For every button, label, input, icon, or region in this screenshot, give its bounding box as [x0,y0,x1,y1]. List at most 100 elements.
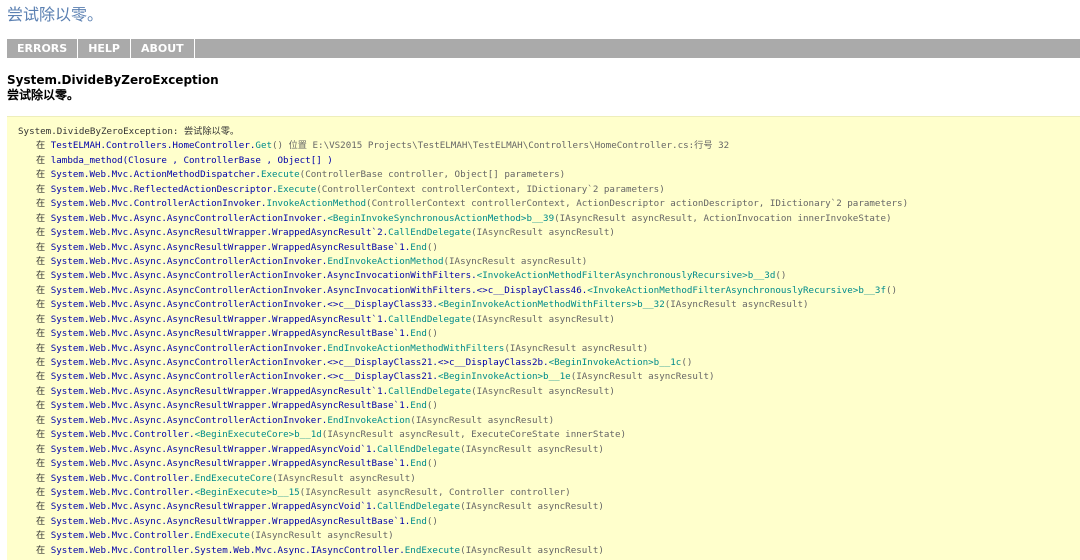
stack-frame-method: <BeginInvokeActionMethodWithFilters>b__3… [437,299,665,311]
stack-frame-at: 在 [36,472,51,484]
stack-frame-params: (IAsyncResult asyncResult, ExecuteCoreSt… [321,429,627,441]
stack-frame-params: (IAsyncResult asyncResult) [460,443,604,455]
stack-frame-type: System.Web.Mvc.ReflectedActionDescriptor… [50,183,278,195]
stack-frame-method: <InvokeActionMethodFilterAsynchronouslyR… [476,270,776,282]
stack-frame-at: 在 [36,313,51,325]
stack-frame-method: <BeginExecute>b__15 [194,486,300,498]
stack-frame-at: 在 [36,284,51,296]
stack-frame-type: System.Web.Mvc.Async.AsyncResultWrapper.… [50,443,378,455]
stack-frame-type: System.Web.Mvc.Async.AsyncResultWrapper.… [50,241,411,253]
stack-frame-method: End [410,515,427,527]
stack-frame-at: 在 [36,342,51,354]
stack-frame-params: (IAsyncResult asyncResult, Controller co… [299,486,571,498]
stack-frame: 在 System.Web.Mvc.ActionMethodDispatcher.… [18,168,1080,182]
stack-frame-at: 在 [36,328,51,340]
stack-frame-at: 在 [36,414,51,426]
stack-frame-params: (IAsyncResult asyncResult) [471,385,615,397]
nav-link-errors[interactable]: ERRORS [7,39,79,58]
stack-frame: 在 System.Web.Mvc.Async.AsyncResultWrappe… [18,241,1080,255]
stack-frame: 在 System.Web.Mvc.Controller.<BeginExecut… [18,428,1080,442]
stack-frame: 在 System.Web.Mvc.Async.AsyncControllerAc… [18,212,1080,226]
stack-frame-at: 在 [36,227,51,239]
stack-frame: 在 System.Web.Mvc.Async.AsyncControllerAc… [18,370,1080,384]
stack-frame-type: System.Web.Mvc.ActionMethodDispatcher. [50,169,261,181]
stack-frame: 在 System.Web.Mvc.Async.AsyncResultWrappe… [18,385,1080,399]
stack-frame-params: (IAsyncResult asyncResult) [410,414,555,426]
stack-frame-type: TestELMAH.Controllers.HomeController. [50,140,256,152]
stack-trace-panel[interactable]: System.DivideByZeroException: 尝试除以零。在 Te… [7,116,1080,560]
stack-frame-type: System.Web.Mvc.Async.AsyncResultWrapper.… [50,515,411,527]
stack-frame-method: End [410,458,427,470]
stack-frame-type: System.Web.Mvc.Async.AsyncResultWrapper.… [50,313,389,325]
stack-frame-at: 在 [36,371,51,383]
stack-frame-at: 在 [36,515,51,527]
stack-frame-type: System.Web.Mvc.Async.AsyncControllerActi… [50,371,438,383]
stack-frame-at: 在 [36,241,51,253]
stack-frame: 在 TestELMAH.Controllers.HomeController.G… [18,139,1080,153]
stack-frame-type: System.Web.Mvc.Controller. [50,530,195,542]
stack-frame-params: (IAsyncResult asyncResult) [460,501,604,513]
stack-frame-type: System.Web.Mvc.Async.AsyncControllerActi… [50,270,477,282]
stack-frame-at: 在 [36,530,51,542]
stack-frame: 在 System.Web.Mvc.Async.AsyncControllerAc… [18,255,1080,269]
stack-frame-method: <InvokeActionMethodFilterAsynchronouslyR… [587,284,886,296]
stack-frame-params: (IAsyncResult asyncResult, ActionInvocat… [554,212,892,224]
stack-frame-at: 在 [36,486,51,498]
stack-frame: 在 System.Web.Mvc.Async.AsyncControllerAc… [18,342,1080,356]
stack-frame-method: CallEndDelegate [388,385,472,397]
stack-frame-at: 在 [36,299,51,311]
stack-frame: 在 System.Web.Mvc.Controller.EndExecute(I… [18,529,1080,543]
stack-frame-at: 在 [36,429,51,441]
stack-frame-method: CallEndDelegate [377,501,461,513]
nav-bar: ERRORS HELP ABOUT [7,39,1080,58]
stack-frame-at: 在 [36,443,51,455]
stack-frame-type: System.Web.Mvc.ControllerActionInvoker. [50,198,267,210]
nav-link-help[interactable]: HELP [78,39,131,58]
stack-frame: 在 System.Web.Mvc.ControllerActionInvoker… [18,197,1080,211]
stack-frame: 在 System.Web.Mvc.Controller.<BeginExecut… [18,486,1080,500]
stack-frame-at: 在 [36,357,51,368]
stack-frame-at: 在 [36,270,51,282]
stack-frame-method: CallEndDelegate [377,443,461,455]
stack-frame-type: System.Web.Mvc.Async.AsyncControllerActi… [50,255,328,267]
stack-frame-params: () [426,241,438,253]
stack-frame-method: EndExecute [404,544,461,556]
stack-frame: 在 System.Web.Mvc.Async.AsyncControllerAc… [18,269,1080,283]
stack-frame-method: EndExecuteCore [194,472,273,484]
nav-link-about[interactable]: ABOUT [131,39,195,58]
stack-frame-type: System.Web.Mvc.Async.AsyncResultWrapper.… [50,328,411,340]
stack-frame: 在 System.Web.Mvc.Controller.System.Web.M… [18,544,1080,558]
stack-frame-params: (IAsyncResult asyncResult) [664,299,809,311]
stack-frame-type: lambda_method(Closure , ControllerBase ,… [50,154,333,166]
stack-frame-method: EndInvokeActionMethod [327,255,444,267]
stack-frame-type: System.Web.Mvc.Async.AsyncResultWrapper.… [50,400,411,412]
stack-frame-method: <BeginInvokeAction>b__1e [437,371,571,383]
stack-frame-params: (IAsyncResult asyncResult) [504,342,649,354]
stack-frame-at: 在 [36,212,51,224]
stack-frame-at: 在 [36,255,51,267]
stack-frame-params: () [885,284,898,296]
stack-frame-params: (ControllerContext controllerContext, Ac… [366,198,909,210]
stack-frame-method: <BeginInvokeSynchronousActionMethod>b__3… [327,212,555,224]
stack-frame-type: System.Web.Mvc.Async.AsyncControllerActi… [50,284,588,296]
stack-frame-method: Execute [277,183,317,195]
page-title: 尝试除以零。 [7,5,104,24]
stack-frame-at: 在 [36,183,51,195]
error-message: 尝试除以零。 [7,88,80,102]
stack-frame-params: () [426,328,438,340]
stack-frame-params: (ControllerBase controller, Object[] par… [299,169,566,181]
stack-frame: 在 System.Web.Mvc.Async.AsyncResultWrappe… [18,313,1080,327]
stack-frame-at: 在 [36,198,51,210]
stack-frame: 在 System.Web.Mvc.Controller.EndExecuteCo… [18,472,1080,486]
stack-frame-at: 在 [36,400,51,412]
stack-frame-params: () [426,400,438,412]
stack-frame-params: (ControllerContext controllerContext, ID… [316,183,665,195]
stack-frame: 在 System.Web.Mvc.Async.AsyncControllerAc… [18,414,1080,428]
stack-frame: 在 System.Web.Mvc.Async.AsyncResultWrappe… [18,457,1080,471]
stack-frame-method: End [410,400,427,412]
stack-frame-method: End [410,328,427,340]
stack-frame: 在 System.Web.Mvc.ReflectedActionDescript… [18,183,1080,197]
stack-frame-type: System.Web.Mvc.Async.AsyncResultWrapper.… [50,458,411,470]
error-type: System.DivideByZeroException [7,73,219,87]
stack-frame-type: System.Web.Mvc.Async.AsyncControllerActi… [50,299,438,311]
